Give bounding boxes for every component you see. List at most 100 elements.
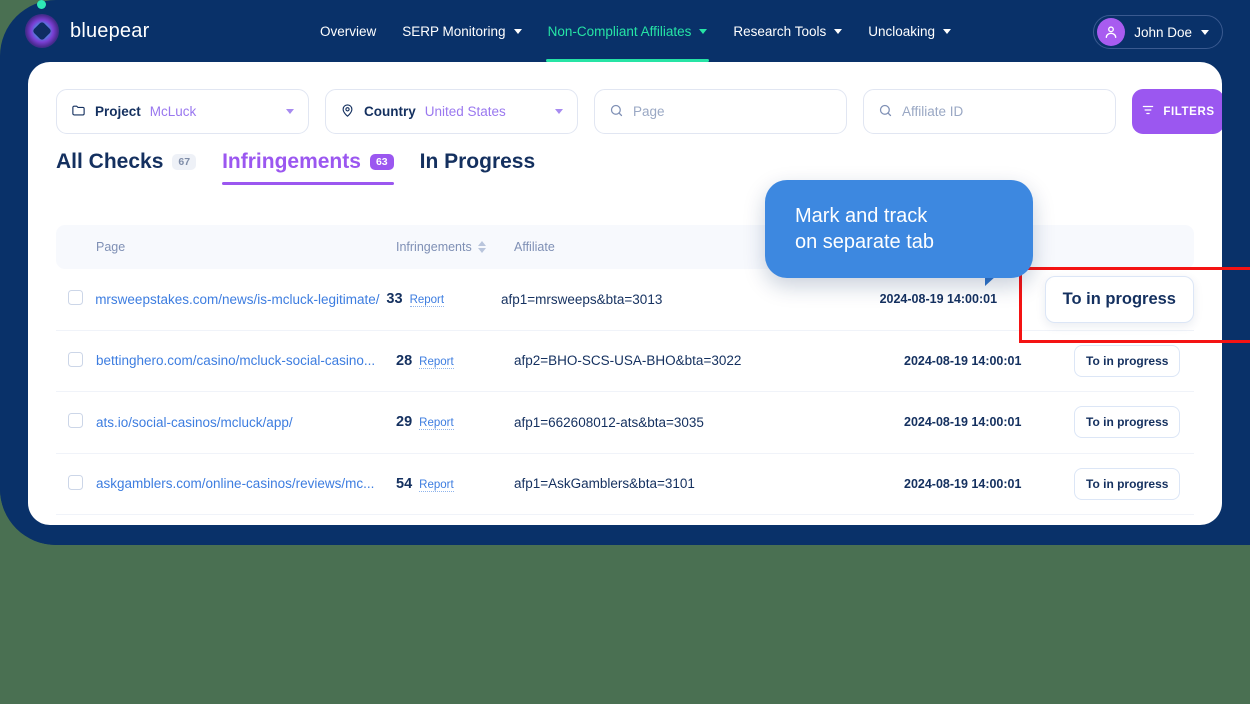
filters-button[interactable]: FILTERS <box>1132 89 1222 134</box>
project-filter[interactable]: Project McLuck <box>56 89 309 134</box>
table-row: bettinghero.com/casino/mcluck-social-cas… <box>56 331 1194 392</box>
sort-arrows-icon[interactable] <box>477 241 486 253</box>
tab-label: In Progress <box>419 150 536 173</box>
chevron-down-icon <box>286 109 294 114</box>
table-row: ats.io/social-casinos/mcluck/app/ 29 Rep… <box>56 392 1194 454</box>
nav-item-uncloaking[interactable]: Uncloaking <box>868 0 952 62</box>
brand-logo[interactable]: bluepear <box>25 0 149 48</box>
user-menu[interactable]: John Doe <box>1093 15 1223 49</box>
row-page-cell: bettinghero.com/casino/mcluck-social-cas… <box>96 353 396 368</box>
content-card: Project McLuck Country United States Pag… <box>28 62 1222 525</box>
affiliate-search-box[interactable] <box>863 89 1116 134</box>
search-icon <box>609 103 624 121</box>
folder-icon <box>71 103 86 121</box>
page-search-input[interactable] <box>633 104 832 119</box>
row-action-cell: To in progress <box>1044 275 1194 323</box>
infringements-count: 33 <box>386 291 403 308</box>
to-in-progress-button[interactable]: To in progress <box>1074 344 1181 377</box>
nav-label: Overview <box>320 23 377 39</box>
nav-label: SERP Monitoring <box>402 23 506 39</box>
filters-button-label: FILTERS <box>1163 105 1215 118</box>
to-in-progress-button[interactable]: To in progress <box>1044 275 1194 323</box>
page-link[interactable]: mrsweepstakes.com/news/is-mcluck-legitim… <box>95 292 379 307</box>
row-checkbox[interactable] <box>68 290 83 306</box>
country-filter[interactable]: Country United States <box>325 89 578 134</box>
row-page-cell: ats.io/social-casinos/mcluck/app/ <box>96 415 396 430</box>
main-nav: Overview SERP Monitoring Non-Compliant A… <box>320 0 952 62</box>
header-infringements[interactable]: Infringements <box>396 240 514 254</box>
table-row: askgamblers.com/online-casinos/reviews/m… <box>56 454 1194 515</box>
tab-infringements[interactable]: Infringements 63 <box>222 150 394 185</box>
row-checkbox-cell <box>56 474 96 493</box>
row-checkbox[interactable] <box>68 413 83 429</box>
page-link[interactable]: bettinghero.com/casino/mcluck-social-cas… <box>96 353 375 368</box>
row-date-cell: 2024-08-19 14:00:01 <box>879 292 998 307</box>
row-page-cell: askgamblers.com/online-casinos/reviews/m… <box>96 476 396 491</box>
user-avatar-icon <box>1097 18 1126 46</box>
to-in-progress-button[interactable]: To in progress <box>1074 467 1181 500</box>
nav-item-non-compliant-affiliates[interactable]: Non-Compliant Affiliates <box>545 0 710 62</box>
nav-label: Uncloaking <box>868 23 936 39</box>
bluepear-logo-icon <box>25 0 59 48</box>
report-link[interactable]: Report <box>419 356 454 369</box>
row-checkbox-cell <box>56 351 96 370</box>
tab-label: Infringements <box>222 150 361 173</box>
row-checkbox-cell <box>56 413 96 431</box>
affiliate-search-input[interactable] <box>902 104 1101 119</box>
row-action-cell: To in progress <box>1074 344 1194 377</box>
header-infringements-label: Infringements <box>396 240 472 254</box>
nav-item-serp-monitoring[interactable]: SERP Monitoring <box>402 0 522 62</box>
filter-icon <box>1141 103 1155 120</box>
project-filter-label: Project <box>95 104 141 119</box>
page-link[interactable]: ats.io/social-casinos/mcluck/app/ <box>96 415 293 430</box>
user-name: John Doe <box>1134 24 1192 40</box>
filter-bar: Project McLuck Country United States Pag… <box>56 89 1222 134</box>
chevron-down-icon <box>555 109 563 114</box>
callout-tooltip: Mark and track on separate tab <box>765 180 1033 278</box>
nav-item-research-tools[interactable]: Research Tools <box>733 0 843 62</box>
row-infringements-cell: 29 Report <box>396 414 514 431</box>
tab-bar: All Checks 67 Infringements 63 In Progre… <box>56 150 535 185</box>
report-link[interactable]: Report <box>419 417 454 431</box>
row-infringements-cell: 33 Report <box>386 291 501 308</box>
nav-label: Non-Compliant Affiliates <box>547 23 692 39</box>
row-checkbox-cell <box>56 290 95 308</box>
report-link[interactable]: Report <box>419 479 454 492</box>
tab-label: All Checks <box>56 150 164 173</box>
project-filter-value: McLuck <box>149 104 197 119</box>
row-infringements-cell: 54 Report <box>396 476 514 492</box>
chevron-down-icon <box>834 28 843 34</box>
row-affiliate-cell: afp1=662608012-ats&bta=3035 <box>514 414 704 430</box>
row-action-cell: To in progress <box>1074 406 1194 439</box>
row-date-cell: 2024-08-19 14:00:01 <box>904 415 1022 430</box>
row-checkbox[interactable] <box>68 474 83 490</box>
chevron-down-icon <box>699 28 708 34</box>
tab-all-checks[interactable]: All Checks 67 <box>56 150 197 185</box>
chevron-down-icon <box>1201 29 1209 35</box>
location-pin-icon <box>340 103 355 121</box>
page-link[interactable]: askgamblers.com/online-casinos/reviews/m… <box>96 476 374 491</box>
page-search-box[interactable] <box>594 89 847 134</box>
infringements-count: 28 <box>396 352 413 369</box>
row-date-cell: 2024-08-19 14:00:01 <box>904 353 1022 368</box>
infringements-count: 54 <box>396 475 413 492</box>
nav-item-overview[interactable]: Overview <box>320 0 376 62</box>
accent-dot-icon <box>37 0 46 9</box>
tab-badge: 67 <box>172 153 197 171</box>
row-infringements-cell: 28 Report <box>396 353 514 369</box>
to-in-progress-button[interactable]: To in progress <box>1074 406 1181 439</box>
report-link[interactable]: Report <box>409 294 445 308</box>
chevron-down-icon <box>943 28 952 34</box>
row-checkbox[interactable] <box>68 351 83 367</box>
nav-label: Research Tools <box>733 23 827 39</box>
callout-text: Mark and track on separate tab <box>795 204 934 253</box>
tab-badge: 63 <box>369 153 394 171</box>
table-row: mrsweepstakes.com/news/is-mcluck-legitim… <box>56 269 1194 331</box>
infringements-count: 29 <box>396 414 413 431</box>
row-affiliate-cell: afp1=mrsweeps&bta=3013 <box>500 291 663 307</box>
row-action-cell: To in progress <box>1074 467 1194 500</box>
row-affiliate-cell: afp2=BHO-SCS-USA-BHO&bta=3022 <box>514 353 742 369</box>
country-filter-label: Country <box>364 104 416 119</box>
country-filter-value: United States <box>424 104 506 119</box>
tab-in-progress[interactable]: In Progress <box>420 150 536 185</box>
